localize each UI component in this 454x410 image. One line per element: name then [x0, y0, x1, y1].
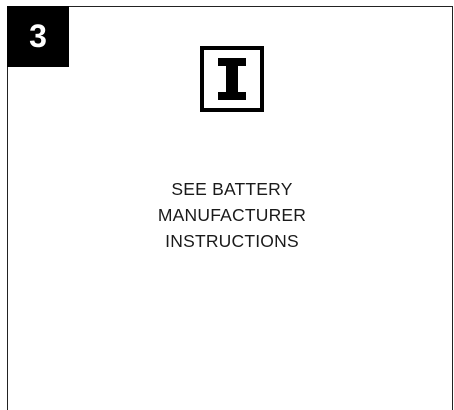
info-i-icon — [200, 46, 264, 112]
instruction-text: SEE BATTERY MANUFACTURER INSTRUCTIONS — [90, 176, 374, 254]
step-number-badge: 3 — [7, 6, 69, 67]
instruction-line: SEE BATTERY — [171, 179, 293, 199]
instruction-line: MANUFACTURER — [157, 205, 307, 225]
instruction-line: INSTRUCTIONS — [165, 231, 299, 251]
